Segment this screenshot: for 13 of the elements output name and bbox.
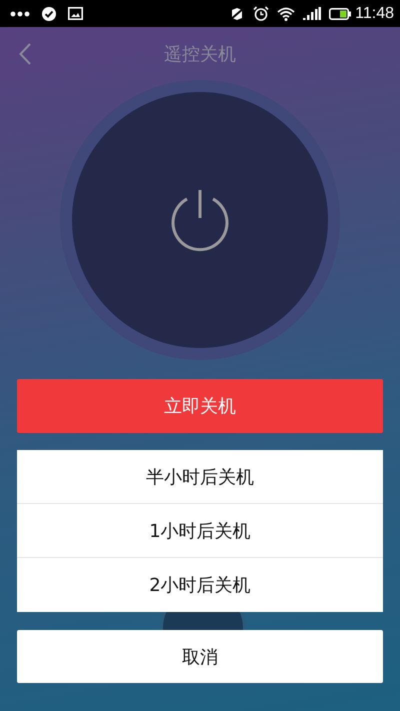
check-circle-icon xyxy=(42,6,56,20)
shutdown-now-button[interactable]: 立即关机 xyxy=(17,379,383,433)
wifi-icon xyxy=(277,6,296,20)
back-icon[interactable] xyxy=(19,43,31,65)
cancel-button[interactable]: 取消 xyxy=(17,630,383,683)
alarm-icon xyxy=(253,6,270,21)
status-time: 11:48 xyxy=(355,4,394,22)
page-title: 遥控关机 xyxy=(164,42,236,66)
signal-icon xyxy=(303,7,322,20)
timer-option[interactable]: 半小时后关机 xyxy=(17,450,383,504)
more-icon xyxy=(10,10,30,16)
battery-icon xyxy=(329,8,352,20)
image-icon xyxy=(68,7,83,20)
